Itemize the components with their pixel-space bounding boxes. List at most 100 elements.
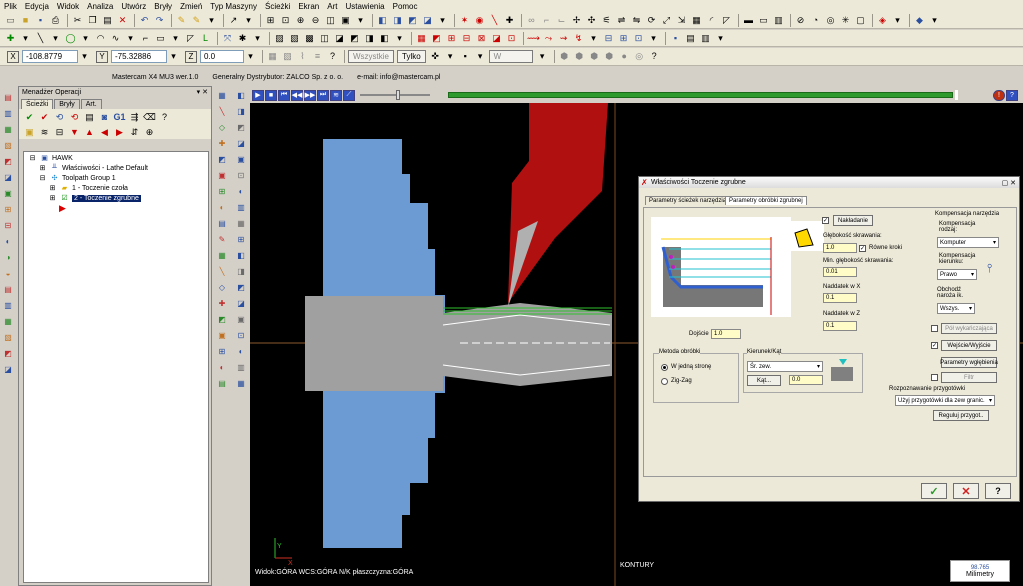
chain-icon[interactable]: ∞	[525, 14, 538, 27]
insert-before-icon[interactable]: ▶	[113, 126, 126, 139]
dropdown-icon[interactable]: ▾	[244, 50, 257, 63]
dropdown-icon[interactable]: ▾	[536, 50, 549, 63]
midstrip2-tool-icon[interactable]: ◩	[236, 282, 247, 293]
zoom-window-icon[interactable]: ⊡	[279, 14, 292, 27]
surface-icon[interactable]: ◪	[333, 32, 346, 45]
comp-type-select[interactable]: Komputer ▾	[937, 237, 999, 248]
midstrip-tool-icon[interactable]: ⊞	[217, 346, 228, 357]
tree-node-properties[interactable]: ⊞ ╨ Właściwości - Lathe Default	[38, 164, 148, 173]
one-way-radio[interactable]	[661, 364, 668, 371]
spline-icon[interactable]: ∿	[109, 32, 122, 45]
lead-inout-button[interactable]: Wejście/Wyjście	[941, 340, 997, 351]
shade-icon[interactable]: ▬	[742, 14, 755, 27]
dropdown-icon[interactable]: ▾	[444, 50, 457, 63]
expand-icon[interactable]: ⊞	[48, 184, 57, 192]
stop-icon[interactable]: ■	[265, 89, 277, 101]
verify-icon[interactable]: ◙	[98, 111, 111, 124]
menu-item-2[interactable]: Widok	[57, 2, 79, 11]
surface-icon[interactable]: ◧	[378, 32, 391, 45]
menu-item-9[interactable]: Ekran	[298, 2, 319, 11]
collapse-icon[interactable]: ⊟	[38, 174, 47, 182]
scroll-icon[interactable]: ⇵	[128, 126, 141, 139]
solid-icon[interactable]: ⊠	[475, 32, 488, 45]
midstrip2-tool-icon[interactable]: ◧	[236, 90, 247, 101]
tree-node-group[interactable]: ⊟ ✣ Toolpath Group 1	[38, 174, 116, 183]
filter-icon[interactable]: ⬢	[558, 50, 571, 63]
filter-button[interactable]: Filtr	[941, 372, 997, 383]
midstrip-tool-icon[interactable]: ◇	[217, 122, 228, 133]
comp-dir-select[interactable]: Prawo ▾	[937, 269, 977, 280]
help-icon[interactable]: ?	[158, 111, 171, 124]
leftstrip-tool-icon[interactable]: ◪	[3, 364, 14, 375]
midstrip-tool-icon[interactable]: ▦	[217, 90, 228, 101]
expand-icon[interactable]: ⊞	[48, 194, 57, 202]
tree-node-op1[interactable]: ⊞ ▰ 1 - Toczenie czoła	[48, 184, 128, 193]
midstrip-tool-icon[interactable]: ▤	[217, 378, 228, 389]
path-icon[interactable]: ≋	[330, 89, 342, 101]
single-op-icon[interactable]: ⊕	[143, 126, 156, 139]
leftstrip-tool-icon[interactable]: ◐	[3, 236, 14, 247]
menu-item-0[interactable]: Plik	[4, 2, 17, 11]
play-icon[interactable]: ▶	[252, 89, 264, 101]
paste-icon[interactable]: ▤	[101, 14, 114, 27]
axes-icon[interactable]: ✶	[458, 14, 471, 27]
menu-item-3[interactable]: Analiza	[87, 2, 113, 11]
leftstrip-tool-icon[interactable]: ▧	[3, 332, 14, 343]
tab-rough-params[interactable]: Parametry obróbki zgrubnej	[725, 196, 807, 205]
filter-icon[interactable]: ◎	[633, 50, 646, 63]
midstrip-tool-icon[interactable]: ◩	[217, 314, 228, 325]
view-top-icon[interactable]: ◧	[376, 14, 389, 27]
collapse-icon[interactable]: ⊟	[28, 154, 37, 162]
surface-icon[interactable]: ◨	[363, 32, 376, 45]
box-icon[interactable]: ▢	[854, 14, 867, 27]
menu-item-6[interactable]: Zmień	[180, 2, 202, 11]
toolpath-icon[interactable]: ⇝	[557, 32, 570, 45]
dropdown-icon[interactable]: ▾	[251, 32, 264, 45]
analyze-icon[interactable]: ↗	[227, 14, 240, 27]
pencil-icon[interactable]: ✎	[175, 14, 188, 27]
dropdown-icon[interactable]: ▾	[167, 50, 180, 63]
stop-sim-icon[interactable]: !	[993, 89, 1005, 101]
highfeed-icon[interactable]: ⇶	[128, 111, 141, 124]
filter-checkbox[interactable]	[931, 374, 938, 381]
surface-icon[interactable]: ▨	[273, 32, 286, 45]
midstrip-tool-icon[interactable]: ✎	[217, 234, 228, 245]
midstrip2-tool-icon[interactable]: ▥	[236, 362, 247, 373]
dropdown-icon[interactable]: ▾	[928, 14, 941, 27]
menu-item-7[interactable]: Typ Maszyny	[210, 2, 257, 11]
midstrip2-tool-icon[interactable]: ◪	[236, 298, 247, 309]
stock-z-input[interactable]: 0.1	[823, 321, 857, 331]
leftstrip-tool-icon[interactable]: ▧	[3, 140, 14, 151]
window-select-button[interactable]: W	[488, 50, 533, 63]
dropdown-icon[interactable]: ▾	[78, 50, 91, 63]
snap-icon[interactable]: ⌙	[555, 14, 568, 27]
help-button[interactable]: ?	[985, 483, 1011, 499]
move-up-icon[interactable]: ▲	[83, 126, 96, 139]
zoom-prev-icon[interactable]: ◫	[324, 14, 337, 27]
expand-icon[interactable]: ⊞	[38, 164, 47, 172]
backplot-icon[interactable]: ▤	[83, 111, 96, 124]
menu-item-11[interactable]: Ustawienia	[345, 2, 384, 11]
menu-item-4[interactable]: Utwórz	[121, 2, 146, 11]
regen-dirty-icon[interactable]: ⟲	[68, 111, 81, 124]
save-icon[interactable]: ▪	[34, 14, 47, 27]
translate-icon[interactable]: ⇲	[675, 14, 688, 27]
leftstrip-tool-icon[interactable]: ◑	[3, 252, 14, 263]
angle-input[interactable]: 0.0	[789, 375, 823, 385]
zoom-out-icon[interactable]: ⊖	[309, 14, 322, 27]
dropdown-icon[interactable]: ▾	[169, 32, 182, 45]
filter-icon[interactable]: ⬢	[573, 50, 586, 63]
midstrip2-tool-icon[interactable]: ◨	[236, 106, 247, 117]
dropdown-icon[interactable]: ▾	[205, 14, 218, 27]
view-side-icon[interactable]: ◩	[406, 14, 419, 27]
leftstrip-tool-icon[interactable]: ◒	[3, 268, 14, 279]
solid-icon[interactable]: ▦	[415, 32, 428, 45]
highlight-icon[interactable]: ✎	[190, 14, 203, 27]
midstrip-tool-icon[interactable]: ◐	[217, 202, 228, 213]
solid-icon[interactable]: ◪	[490, 32, 503, 45]
zoom-in-icon[interactable]: ⊕	[294, 14, 307, 27]
midstrip-tool-icon[interactable]: ⊞	[217, 186, 228, 197]
menu-item-8[interactable]: Ścieżki	[265, 2, 290, 11]
regen-icon[interactable]: ⟲	[53, 111, 66, 124]
trail-icon[interactable]: ⟋	[343, 89, 355, 101]
